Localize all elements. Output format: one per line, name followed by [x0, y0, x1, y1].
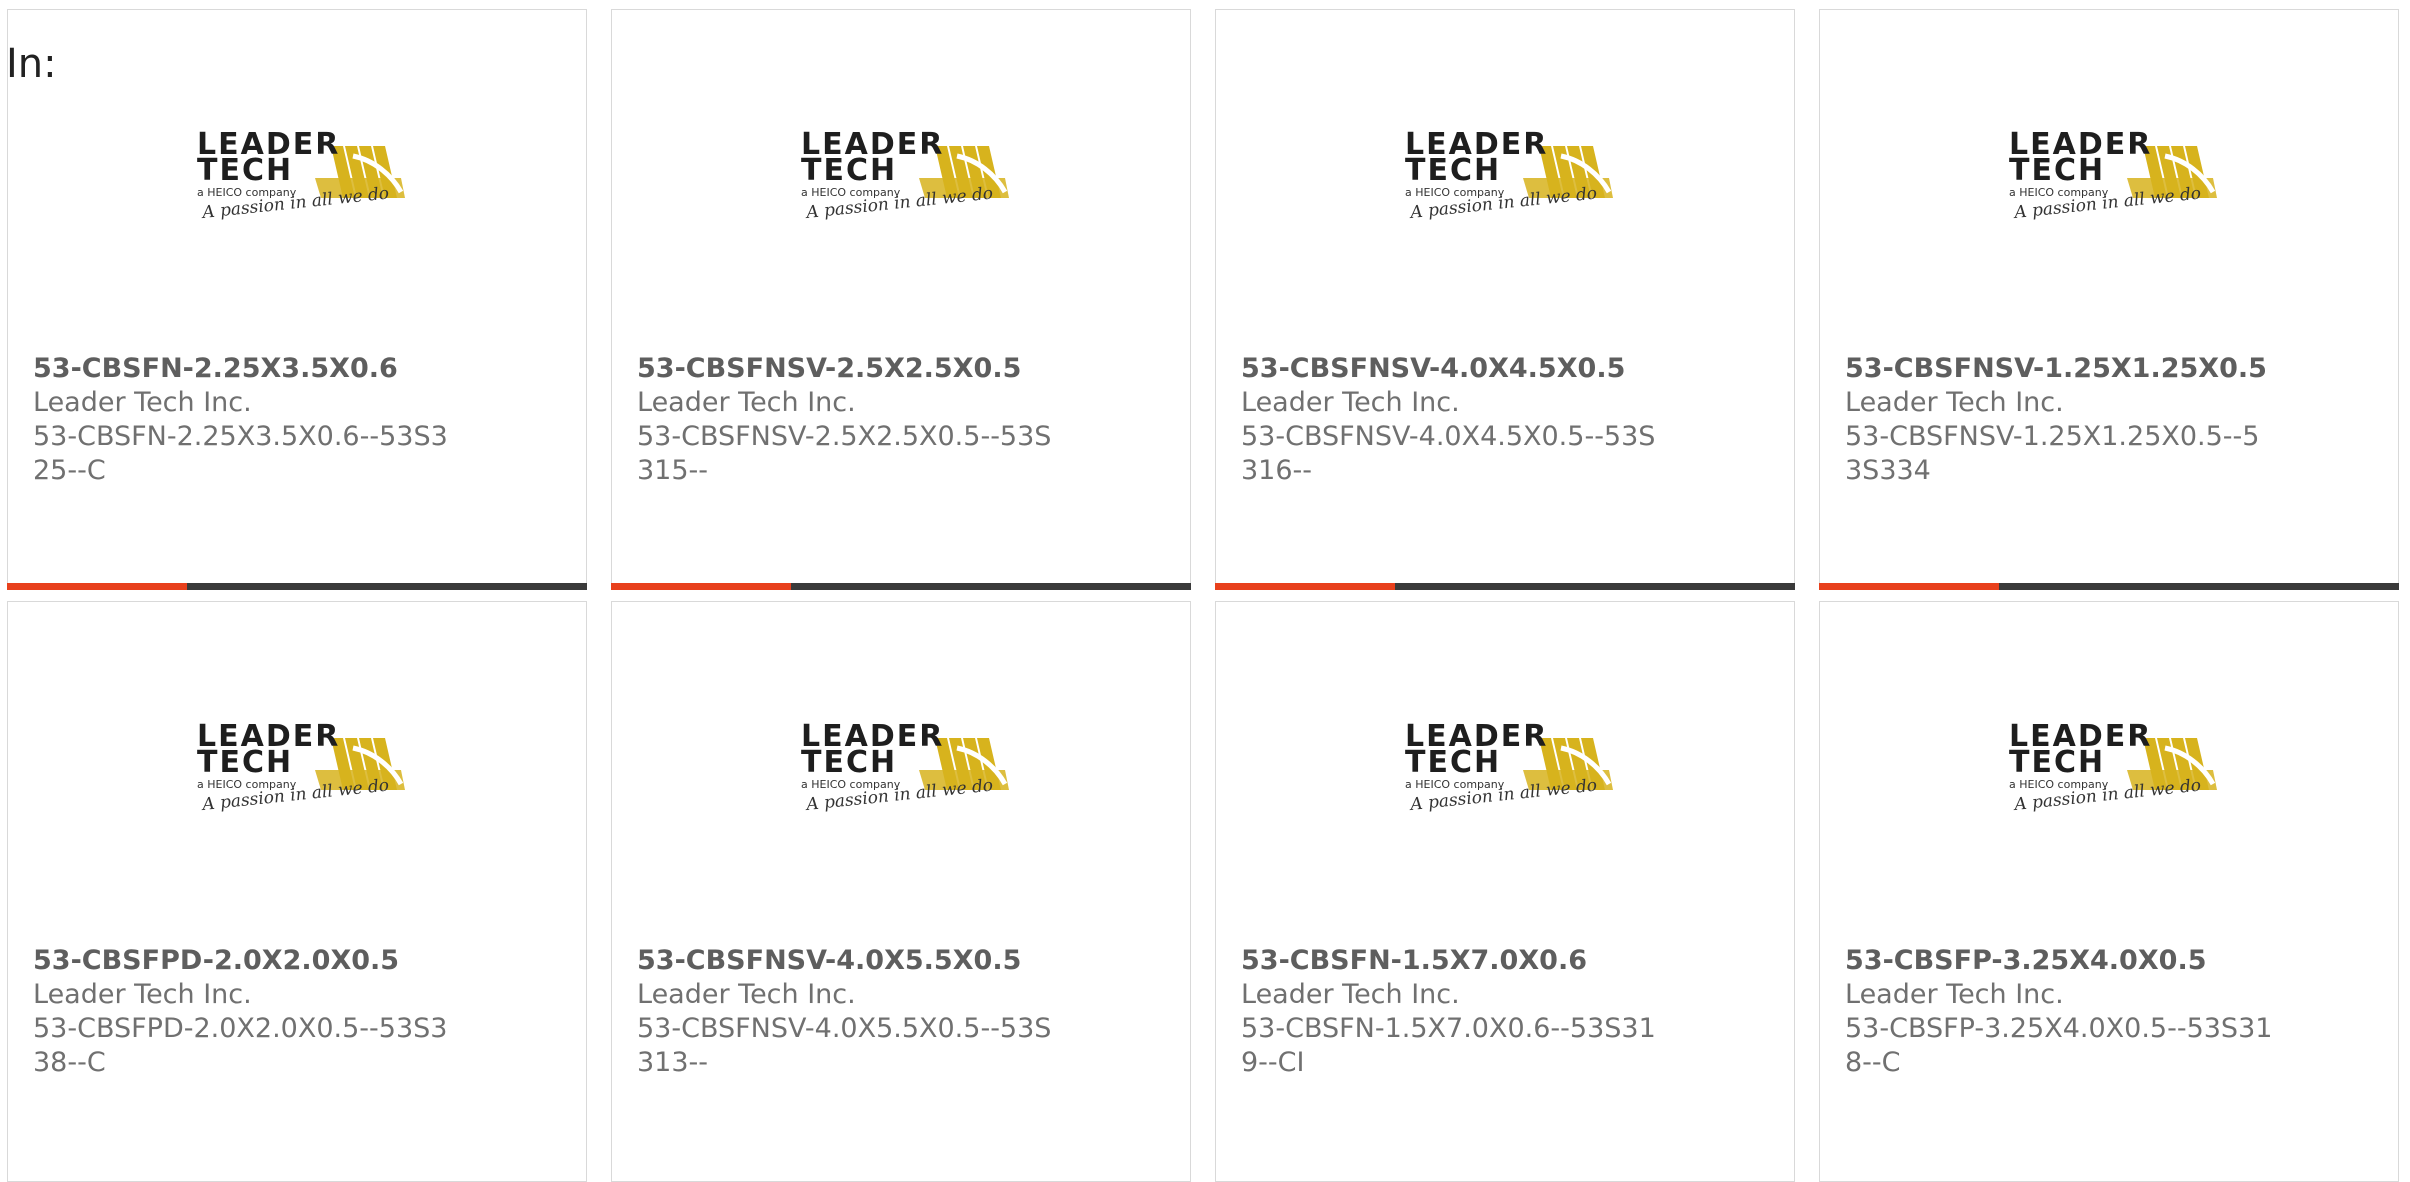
product-info: 53-CBSFN-2.25X3.5X0.6 Leader Tech Inc. 5… [33, 352, 503, 488]
svg-text:TECH: TECH [2009, 745, 2105, 780]
product-info: 53-CBSFP-3.25X4.0X0.5 Leader Tech Inc. 5… [1845, 944, 2315, 1080]
product-manufacturer: Leader Tech Inc. [1845, 979, 2064, 1010]
leader-tech-logo-icon: LEADER TECH a HEICO company A passion in al… [1403, 718, 1613, 828]
product-title[interactable]: 53-CBSFNSV-4.0X4.5X0.5 [1241, 352, 1711, 386]
product-card[interactable]: LEADER TECH a HEICO company A passion in al… [1215, 601, 1795, 1182]
card-progress-fill [1819, 583, 1999, 590]
product-manufacturer: Leader Tech Inc. [637, 387, 856, 418]
product-card[interactable]: LEADER TECH a HEICO company A passion in al… [611, 9, 1191, 590]
card-progress-bar [611, 583, 1191, 590]
product-card[interactable]: LEADER TECH a HEICO company A passion in al… [1215, 9, 1795, 590]
product-title[interactable]: 53-CBSFP-3.25X4.0X0.5 [1845, 944, 2315, 978]
product-manufacturer: Leader Tech Inc. [637, 979, 856, 1010]
product-info: 53-CBSFNSV-2.5X2.5X0.5 Leader Tech Inc. … [637, 352, 1107, 488]
card-progress-bar [7, 583, 587, 590]
svg-text:TECH: TECH [801, 745, 897, 780]
leader-tech-logo-icon: LEADER TECH a HEICO company A passion in al… [2007, 718, 2217, 828]
card-progress-bar [1215, 583, 1795, 590]
leader-tech-logo-icon: LEADER TECH a HEICO company A passion in al… [195, 718, 405, 828]
product-card[interactable]: LEADER TECH a HEICO company A passion in al… [611, 601, 1191, 1182]
product-title[interactable]: 53-CBSFNSV-1.25X1.25X0.5 [1845, 352, 2315, 386]
card-progress-fill [7, 583, 187, 590]
leader-tech-logo-icon: LEADER TECH a HEICO company A passion in al… [2007, 126, 2217, 236]
product-part-number: 53-CBSFNSV-1.25X1.25X0.5--53S334 [1845, 421, 2260, 486]
product-manufacturer: Leader Tech Inc. [33, 979, 252, 1010]
product-manufacturer: Leader Tech Inc. [33, 387, 252, 418]
product-part-number: 53-CBSFN-1.5X7.0X0.6--53S319--CI [1241, 1013, 1656, 1078]
leader-tech-logo-icon: LEADER TECH a HEICO company A passion in al… [799, 126, 1009, 236]
product-part-number: 53-CBSFN-2.25X3.5X0.6--53S325--C [33, 421, 448, 486]
product-card[interactable]: LEADER TECH a HEICO company A passion in al… [7, 9, 587, 590]
product-manufacturer: Leader Tech Inc. [1241, 979, 1460, 1010]
svg-text:TECH: TECH [1405, 745, 1501, 780]
svg-text:TECH: TECH [197, 153, 293, 188]
card-progress-fill [611, 583, 791, 590]
svg-text:TECH: TECH [2009, 153, 2105, 188]
product-title[interactable]: 53-CBSFN-2.25X3.5X0.6 [33, 352, 503, 386]
product-info: 53-CBSFNSV-4.0X5.5X0.5 Leader Tech Inc. … [637, 944, 1107, 1080]
in-label: In: [6, 41, 57, 87]
card-progress-bar [1819, 583, 2399, 590]
product-info: 53-CBSFN-1.5X7.0X0.6 Leader Tech Inc. 53… [1241, 944, 1711, 1080]
product-card[interactable]: LEADER TECH a HEICO company A passion in al… [1819, 601, 2399, 1182]
product-info: 53-CBSFPD-2.0X2.0X0.5 Leader Tech Inc. 5… [33, 944, 503, 1080]
product-info: 53-CBSFNSV-1.25X1.25X0.5 Leader Tech Inc… [1845, 352, 2315, 488]
svg-text:TECH: TECH [197, 745, 293, 780]
product-title[interactable]: 53-CBSFN-1.5X7.0X0.6 [1241, 944, 1711, 978]
product-info: 53-CBSFNSV-4.0X4.5X0.5 Leader Tech Inc. … [1241, 352, 1711, 488]
product-part-number: 53-CBSFP-3.25X4.0X0.5--53S318--C [1845, 1013, 2273, 1078]
leader-tech-logo-icon: LEADER TECH a HEICO company A passion in al… [1403, 126, 1613, 236]
leader-tech-logo-icon: LEADER TECH a HEICO company A passion in al… [799, 718, 1009, 828]
product-part-number: 53-CBSFNSV-4.0X4.5X0.5--53S316-- [1241, 421, 1656, 486]
product-manufacturer: Leader Tech Inc. [1845, 387, 2064, 418]
product-card[interactable]: LEADER TECH a HEICO company A passion in al… [1819, 9, 2399, 590]
leader-tech-logo-icon: LEADER TECH a HEICO company A passion in al… [195, 126, 405, 236]
product-title[interactable]: 53-CBSFNSV-4.0X5.5X0.5 [637, 944, 1107, 978]
product-manufacturer: Leader Tech Inc. [1241, 387, 1460, 418]
product-part-number: 53-CBSFNSV-2.5X2.5X0.5--53S315-- [637, 421, 1052, 486]
product-title[interactable]: 53-CBSFPD-2.0X2.0X0.5 [33, 944, 503, 978]
svg-text:TECH: TECH [801, 153, 897, 188]
product-title[interactable]: 53-CBSFNSV-2.5X2.5X0.5 [637, 352, 1107, 386]
product-part-number: 53-CBSFNSV-4.0X5.5X0.5--53S313-- [637, 1013, 1052, 1078]
product-part-number: 53-CBSFPD-2.0X2.0X0.5--53S338--C [33, 1013, 448, 1078]
svg-text:TECH: TECH [1405, 153, 1501, 188]
card-progress-fill [1215, 583, 1395, 590]
product-grid: LEADER TECH a HEICO company A passion in al… [7, 9, 2399, 1182]
product-card[interactable]: LEADER TECH a HEICO company A passion in al… [7, 601, 587, 1182]
